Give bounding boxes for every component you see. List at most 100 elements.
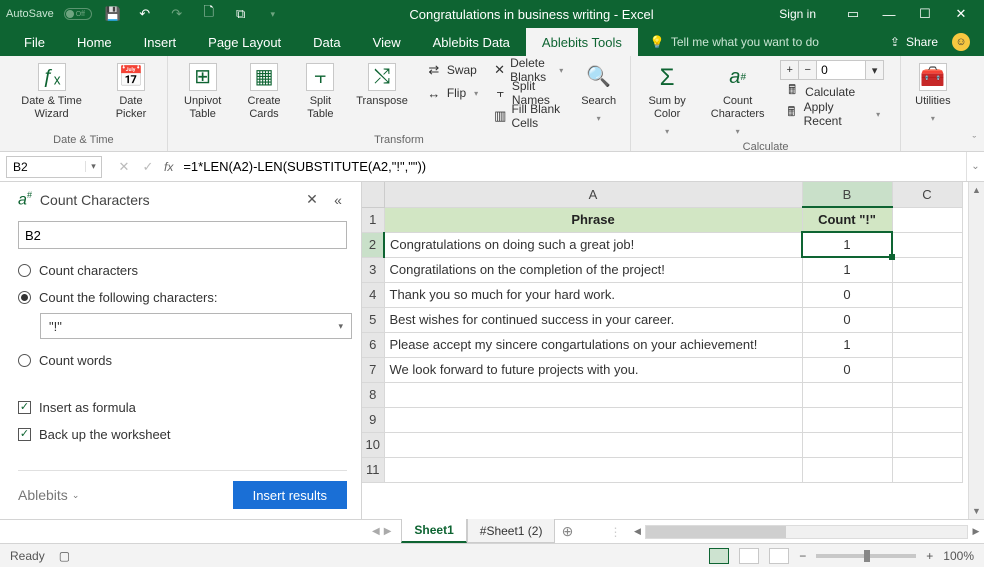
panel-collapse-icon[interactable]: « [329,191,347,209]
check-backup-worksheet[interactable]: ✓ Back up the worksheet [18,427,347,442]
zoom-out-icon[interactable]: − [799,549,806,563]
calc-value-input[interactable]: +−▾ [780,60,884,80]
sum-by-color-button[interactable]: ΣSum by Color▾ [639,60,695,141]
tell-me[interactable]: 💡 Tell me what you want to do [650,35,819,49]
redo-icon[interactable]: ↷ [166,3,188,25]
qat-dropdown-icon[interactable]: ▾ [262,3,284,25]
scroll-left-icon[interactable]: ◀ [629,526,645,537]
sheet-tab-copy[interactable]: #Sheet1 (2) [467,519,556,543]
tab-ablebits-data[interactable]: Ablebits Data [417,28,526,56]
horizontal-scrollbar[interactable]: ⋮ ◀ ▶ [609,520,984,543]
enter-formula-icon[interactable]: ✓ [138,159,158,175]
row-header[interactable]: 2 [362,232,384,257]
transpose-icon: ⤭ [368,63,396,91]
undo-icon[interactable]: ↶ [134,3,156,25]
swap-button[interactable]: ⇄Swap [422,60,482,80]
macro-record-icon[interactable]: ▢ [59,549,70,563]
panel-title: Count Characters [40,192,295,208]
name-box[interactable]: ▾ [6,156,102,178]
transpose-button[interactable]: ⤭Transpose [350,60,414,111]
col-header-c[interactable]: C [892,182,962,207]
check-insert-as-formula[interactable]: ✓ Insert as formula [18,400,347,415]
sheet-tab-sheet1[interactable]: Sheet1 [401,519,466,543]
zoom-level[interactable]: 100% [943,549,974,563]
spreadsheet: A B C 1 Phrase Count "!" 2 Congratulatio… [362,182,984,519]
vertical-scrollbar[interactable]: ▲ ▼ [968,182,984,519]
select-all-corner[interactable] [362,182,384,207]
split-table-button[interactable]: ⫟Split Table [299,60,343,124]
phrase-header[interactable]: Phrase [384,207,802,232]
collapse-ribbon-icon[interactable]: ˇ [965,56,984,151]
signin-link[interactable]: Sign in [779,7,816,21]
ablebits-brand[interactable]: Ablebits⌄ [18,487,79,503]
new-file-icon[interactable]: 🗋 [198,3,220,25]
scroll-up-icon[interactable]: ▲ [969,182,984,198]
tab-view[interactable]: View [357,28,417,56]
insert-results-button[interactable]: Insert results [233,481,347,509]
create-cards-button[interactable]: ▦Create Cards [238,60,291,124]
tab-data[interactable]: Data [297,28,356,56]
scroll-right-icon[interactable]: ▶ [968,526,984,537]
fx-icon[interactable]: fx [164,160,173,174]
flip-button[interactable]: ↔Flip▾ [422,83,482,103]
chevron-down-icon[interactable]: ▾ [85,161,101,172]
unpivot-table-button[interactable]: ⊞Unpivot Table [176,60,230,124]
radio-count-following[interactable]: Count the following characters: [18,290,347,305]
bulb-icon: 💡 [650,35,665,49]
characters-select[interactable]: "!" ▾ [40,313,352,339]
col-header-a[interactable]: A [384,182,802,207]
zoom-slider[interactable] [816,554,916,558]
tab-next-icon[interactable]: ▶ [384,526,392,537]
radio-count-characters[interactable]: Count characters [18,263,347,278]
scroll-thumb[interactable] [646,526,786,538]
active-cell[interactable]: 1 [802,232,892,257]
tab-insert[interactable]: Insert [128,28,193,56]
panel-close-icon[interactable]: ✕ [303,191,321,209]
split-names-icon: ⫟ [494,85,507,101]
scroll-down-icon[interactable]: ▼ [969,503,984,519]
formula-input[interactable] [179,159,966,174]
cells-grid[interactable]: A B C 1 Phrase Count "!" 2 Congratulatio… [362,182,963,483]
col-header-b[interactable]: B [802,182,892,207]
cancel-formula-icon[interactable]: ✕ [114,159,134,175]
calculate-button[interactable]: 🖩Calculate [780,82,884,102]
zoom-in-icon[interactable]: + [926,549,933,563]
expand-formula-icon[interactable]: ⌄ [966,152,984,181]
tab-page-layout[interactable]: Page Layout [192,28,297,56]
tab-home[interactable]: Home [61,28,128,56]
share-button[interactable]: ⇪ Share [890,35,938,49]
save-icon[interactable]: 💾 [102,3,124,25]
utilities-button[interactable]: 🧰Utilities▾ [909,60,956,128]
ribbon-display-icon[interactable]: ▭ [836,2,870,26]
copy-icon[interactable]: ⧉ [230,3,252,25]
date-time-wizard-button[interactable]: ƒₓ Date & Time Wizard [8,60,95,124]
row-header[interactable]: 1 [362,207,384,232]
minimize-icon[interactable]: — [872,2,906,26]
sheet-tab-strip: ◀ ▶ Sheet1 #Sheet1 (2) ⊕ ⋮ ◀ ▶ [0,519,984,543]
view-normal-icon[interactable] [709,548,729,564]
feedback-smiley-icon[interactable]: ☺ [952,33,970,51]
date-picker-button[interactable]: 📅 Date Picker [103,60,159,124]
autosave-toggle[interactable]: Off [64,8,92,20]
fill-handle[interactable] [889,254,895,260]
new-sheet-icon[interactable]: ⊕ [555,520,579,543]
search-button[interactable]: 🔍Search▾ [575,60,622,128]
delete-blanks-button[interactable]: ✕Delete Blanks▾ [490,60,567,80]
tab-file[interactable]: File [8,28,61,56]
fill-blank-button[interactable]: ▥Fill Blank Cells [490,106,567,126]
view-page-layout-icon[interactable] [739,548,759,564]
count-header[interactable]: Count "!" [802,207,892,232]
view-page-break-icon[interactable] [769,548,789,564]
cell[interactable]: Congratulations on doing such a great jo… [384,232,802,257]
split-names-button[interactable]: ⫟Split Names [490,83,567,103]
utilities-icon: 🧰 [919,63,947,91]
count-characters-button[interactable]: a#Count Characters▾ [703,60,772,141]
tab-prev-icon[interactable]: ◀ [372,526,380,537]
apply-recent-button[interactable]: 🖩Apply Recent▾ [780,104,884,124]
radio-count-words[interactable]: Count words [18,353,347,368]
maximize-icon[interactable]: ☐ [908,2,942,26]
tab-ablebits-tools[interactable]: Ablebits Tools [526,28,638,56]
range-input[interactable] [18,221,347,249]
close-icon[interactable]: ✕ [944,2,978,26]
count-chars-icon: a# [724,63,752,91]
